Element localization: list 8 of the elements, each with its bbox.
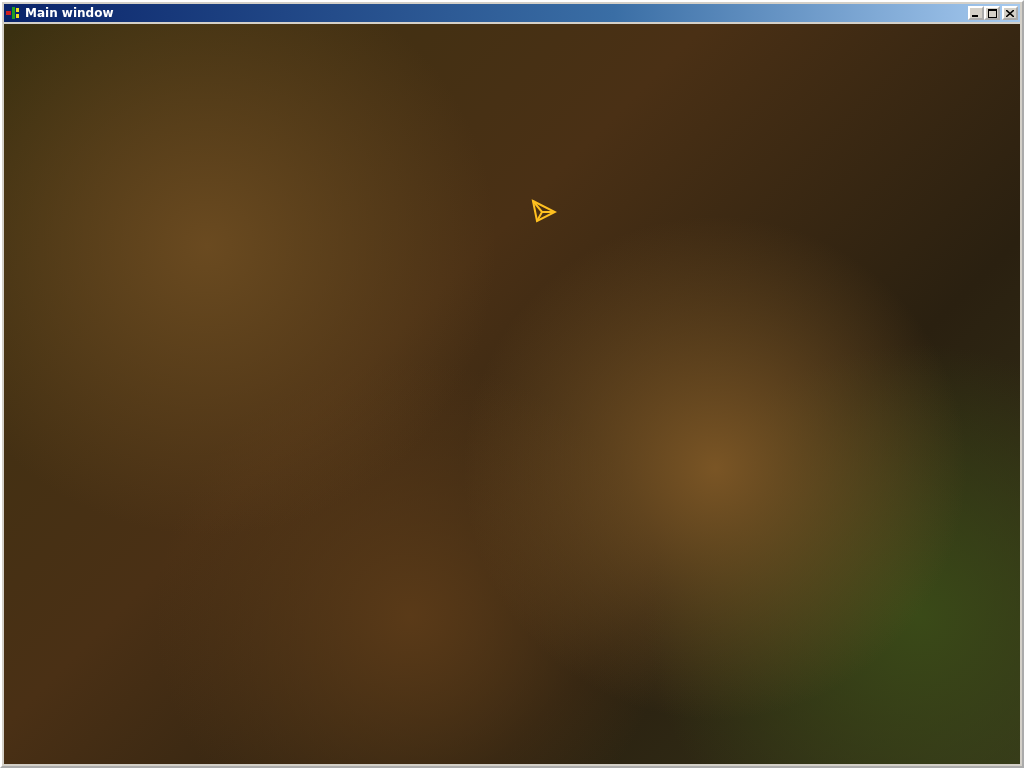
maximize-button[interactable]: [984, 6, 1000, 20]
app-icon: [6, 6, 22, 20]
close-icon: [1006, 9, 1014, 17]
window-title: Main window: [25, 6, 114, 20]
triangle-cursor-icon: [531, 199, 557, 223]
maximize-icon: [987, 8, 997, 18]
minimize-button[interactable]: [968, 6, 984, 20]
close-button[interactable]: [1002, 6, 1018, 20]
